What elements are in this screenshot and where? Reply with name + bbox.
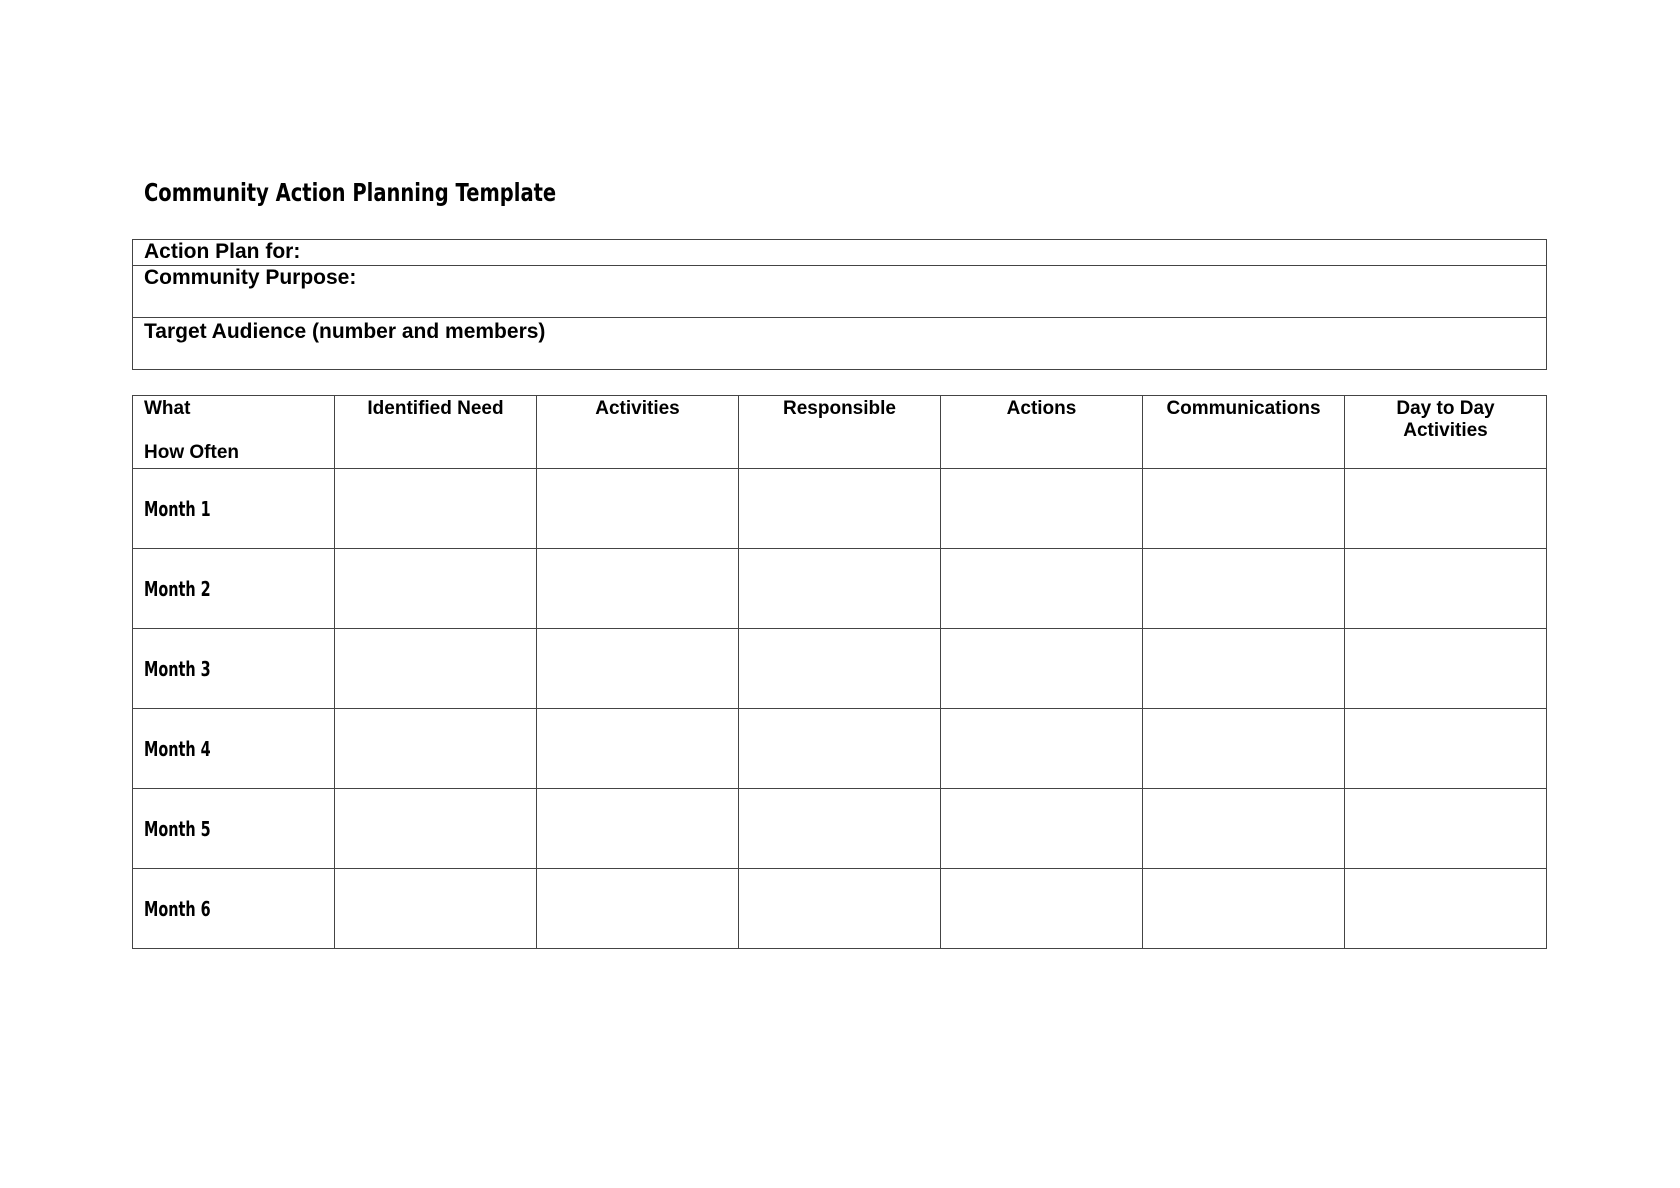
header-communications: Communications	[1142, 395, 1345, 469]
target-audience-label: Target Audience (number and members)	[144, 320, 546, 343]
table-cell[interactable]	[940, 868, 1143, 949]
table-cell[interactable]	[738, 548, 941, 629]
month-label: Month 2	[144, 576, 211, 601]
table-cell[interactable]	[1344, 788, 1547, 869]
table-cell[interactable]	[1344, 708, 1547, 789]
header-actions: Actions	[940, 395, 1143, 469]
table-cell[interactable]	[334, 628, 537, 709]
table-cell[interactable]	[738, 868, 941, 949]
action-plan-table: What How Often Identified Need Activitie…	[132, 395, 1547, 949]
table-cell[interactable]	[1142, 868, 1345, 949]
table-cell[interactable]	[536, 788, 739, 869]
table-cell[interactable]	[738, 628, 941, 709]
table-row: Month 1	[132, 468, 1547, 549]
table-row: Month 4	[132, 708, 1547, 789]
table-cell[interactable]	[1344, 628, 1547, 709]
table-cell[interactable]	[536, 548, 739, 629]
table-cell[interactable]	[940, 788, 1143, 869]
row-label-cell: Month 5	[132, 788, 335, 869]
table-cell[interactable]	[536, 628, 739, 709]
table-row: Month 5	[132, 788, 1547, 869]
header-what: What	[144, 398, 191, 419]
table-cell[interactable]	[536, 708, 739, 789]
target-audience-field[interactable]: Target Audience (number and members)	[133, 318, 1546, 369]
month-label: Month 4	[144, 736, 211, 761]
community-purpose-field[interactable]: Community Purpose:	[133, 266, 1546, 318]
table-cell[interactable]	[334, 708, 537, 789]
table-cell[interactable]	[738, 708, 941, 789]
table-cell[interactable]	[940, 628, 1143, 709]
table-cell[interactable]	[738, 468, 941, 549]
document-title: Community Action Planning Template	[144, 178, 557, 207]
table-header-row: What How Often Identified Need Activitie…	[132, 395, 1547, 469]
table-cell[interactable]	[536, 468, 739, 549]
table-row: Month 6	[132, 868, 1547, 949]
header-day-to-day-activities: Day to Day Activities	[1344, 395, 1547, 469]
table-row: Month 3	[132, 628, 1547, 709]
table-row: Month 2	[132, 548, 1547, 629]
month-label: Month 1	[144, 496, 211, 521]
table-cell[interactable]	[1344, 548, 1547, 629]
plan-info-box: Action Plan for: Community Purpose: Targ…	[132, 239, 1547, 370]
table-cell[interactable]	[738, 788, 941, 869]
table-cell[interactable]	[334, 788, 537, 869]
month-label: Month 5	[144, 816, 211, 841]
header-activities: Activities	[536, 395, 739, 469]
header-what-how-often: What How Often	[132, 395, 335, 469]
row-label-cell: Month 4	[132, 708, 335, 789]
table-cell[interactable]	[940, 548, 1143, 629]
action-plan-for-label: Action Plan for:	[144, 240, 301, 263]
table-cell[interactable]	[940, 468, 1143, 549]
row-label-cell: Month 2	[132, 548, 335, 629]
community-purpose-label: Community Purpose:	[144, 266, 357, 289]
action-plan-for-field[interactable]: Action Plan for:	[133, 240, 1546, 266]
row-label-cell: Month 1	[132, 468, 335, 549]
header-identified-need: Identified Need	[334, 395, 537, 469]
table-cell[interactable]	[334, 868, 537, 949]
table-cell[interactable]	[940, 708, 1143, 789]
table-cell[interactable]	[334, 548, 537, 629]
row-label-cell: Month 3	[132, 628, 335, 709]
table-cell[interactable]	[1142, 788, 1345, 869]
table-cell[interactable]	[1142, 468, 1345, 549]
row-label-cell: Month 6	[132, 868, 335, 949]
table-cell[interactable]	[536, 868, 739, 949]
table-cell[interactable]	[334, 468, 537, 549]
table-cell[interactable]	[1142, 548, 1345, 629]
table-cell[interactable]	[1142, 628, 1345, 709]
table-cell[interactable]	[1344, 468, 1547, 549]
month-label: Month 6	[144, 896, 211, 921]
table-cell[interactable]	[1344, 868, 1547, 949]
header-responsible: Responsible	[738, 395, 941, 469]
header-how-often: How Often	[144, 442, 239, 463]
table-cell[interactable]	[1142, 708, 1345, 789]
month-label: Month 3	[144, 656, 211, 681]
